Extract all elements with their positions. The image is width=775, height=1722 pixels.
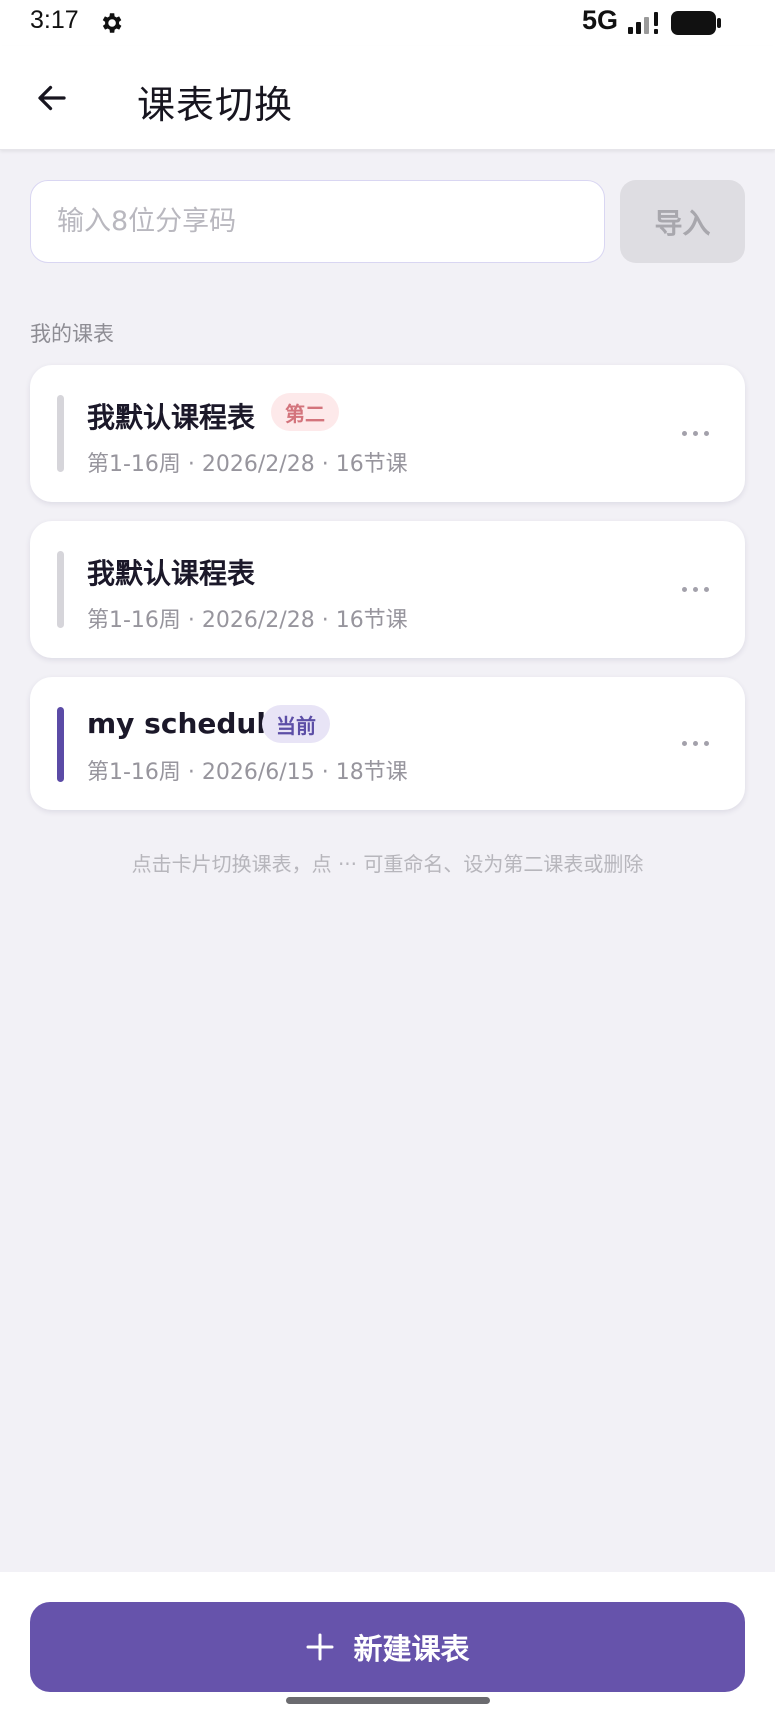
section-label-my-schedules: 我的课表 bbox=[30, 322, 114, 346]
page-title: 课表切换 bbox=[137, 83, 294, 127]
new-schedule-button[interactable]: 新建课表 bbox=[30, 1602, 745, 1692]
home-indicator[interactable] bbox=[286, 1697, 490, 1704]
plus-icon bbox=[306, 1633, 334, 1661]
network-type: 5G bbox=[582, 5, 619, 35]
back-button[interactable] bbox=[26, 72, 78, 124]
share-code-input[interactable] bbox=[30, 180, 605, 263]
more-icon bbox=[681, 740, 687, 746]
status-time: 3:17 bbox=[30, 6, 79, 34]
card-accent-bar bbox=[57, 707, 64, 782]
app-bar: 课表切换 bbox=[0, 46, 775, 150]
schedule-card-current[interactable]: my schedule 当前 第1-16周 · 2026/6/15 · 18节课 bbox=[30, 677, 745, 810]
schedule-switch-screen: 3:17 5G 课表切换 导入 我的课表 我默认课 bbox=[0, 0, 775, 1722]
status-bar: 3:17 5G bbox=[0, 0, 775, 46]
schedule-card[interactable]: 我默认课程表 第1-16周 · 2026/2/28 · 16节课 bbox=[30, 521, 745, 658]
schedule-name: 我默认课程表 bbox=[87, 557, 256, 590]
schedule-meta: 第1-16周 · 2026/6/15 · 18节课 bbox=[87, 760, 408, 785]
signal-icon bbox=[628, 12, 658, 34]
usage-hint: 点击卡片切换课表，点 ··· 可重命名、设为第二课表或删除 bbox=[131, 852, 644, 876]
current-schedule-badge: 当前 bbox=[262, 705, 330, 743]
more-icon bbox=[681, 586, 687, 592]
new-schedule-label: 新建课表 bbox=[353, 1632, 470, 1666]
schedule-meta: 第1-16周 · 2026/2/28 · 16节课 bbox=[87, 452, 408, 477]
more-icon bbox=[681, 430, 687, 436]
gear-icon bbox=[102, 13, 122, 33]
card-accent-bar bbox=[57, 551, 64, 628]
more-options-button[interactable] bbox=[673, 411, 717, 455]
schedule-name: 我默认课程表 bbox=[87, 401, 256, 434]
battery-icon bbox=[671, 11, 721, 35]
second-schedule-badge: 第二 bbox=[271, 393, 339, 431]
schedule-meta: 第1-16周 · 2026/2/28 · 16节课 bbox=[87, 608, 408, 633]
card-accent-bar bbox=[57, 395, 64, 472]
arrow-left-icon bbox=[38, 85, 66, 111]
more-options-button[interactable] bbox=[673, 721, 717, 765]
import-button[interactable]: 导入 bbox=[620, 180, 745, 263]
schedule-name: my schedule bbox=[87, 707, 285, 740]
more-options-button[interactable] bbox=[673, 567, 717, 611]
schedule-card[interactable]: 我默认课程表 第二 第1-16周 · 2026/2/28 · 16节课 bbox=[30, 365, 745, 502]
